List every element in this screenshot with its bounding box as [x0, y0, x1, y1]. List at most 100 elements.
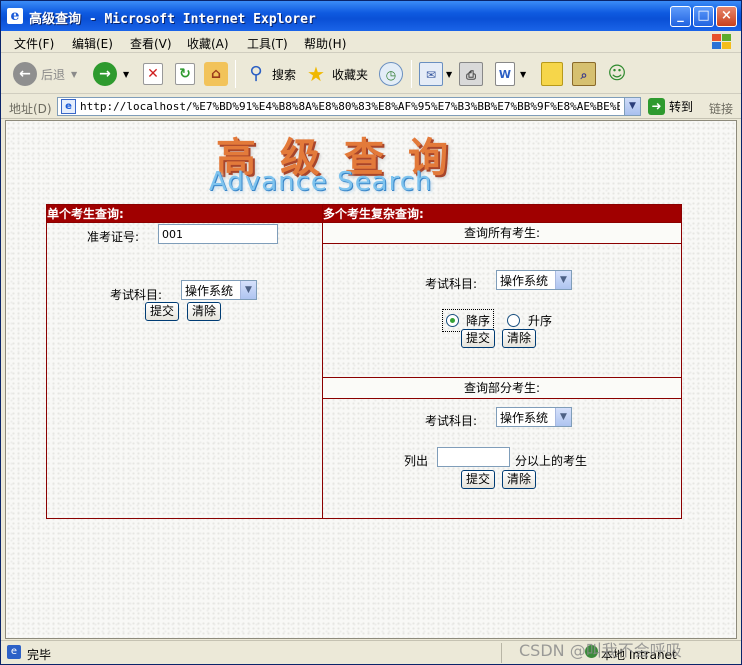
- discuss-button[interactable]: [541, 60, 563, 88]
- window-title: 高级查询 - Microsoft Internet Explorer: [29, 12, 316, 27]
- address-url: http://localhost/%E7%BD%91%E4%B8%8A%E8%8…: [80, 100, 620, 113]
- list-prefix-label: 列出: [404, 454, 429, 468]
- mail-button[interactable]: ✉ ▼: [419, 60, 452, 88]
- menu-favorites[interactable]: 收藏(A): [187, 35, 229, 52]
- menu-tools[interactable]: 工具(T): [247, 35, 288, 52]
- single-subject-value: 操作系统: [185, 283, 234, 298]
- forward-dropdown-icon: ▼: [123, 69, 130, 79]
- partial-subject-value: 操作系统: [500, 410, 549, 425]
- back-arrow-icon: ←: [13, 62, 37, 86]
- standard-toolbar: ← 后退 ▼ → ▼ ✕ ↻ ⌂ ⚲ 搜索 ★ 收藏夹 ◷ ✉ ▼ ⎙ W ▼ …: [1, 54, 741, 94]
- printer-icon: ⎙: [459, 62, 483, 86]
- address-dropdown-icon[interactable]: ▼: [624, 98, 640, 115]
- back-dropdown-icon: ▼: [71, 69, 78, 79]
- minimize-button[interactable]: _: [670, 6, 691, 27]
- status-divider: [501, 643, 502, 663]
- mail-dropdown-icon: ▼: [446, 69, 453, 79]
- history-icon: ◷: [379, 62, 403, 86]
- address-bar: 地址(D) e http://localhost/%E7%BD%91%E4%B8…: [1, 95, 741, 119]
- home-button[interactable]: ⌂: [204, 60, 228, 88]
- chevron-down-icon: ▼: [240, 281, 256, 299]
- menu-help[interactable]: 帮助(H): [304, 35, 346, 52]
- partial-subject-select[interactable]: 操作系统 ▼: [496, 407, 572, 427]
- single-subject-select[interactable]: 操作系统 ▼: [181, 280, 257, 300]
- stop-button[interactable]: ✕: [143, 60, 163, 88]
- messenger-icon: ☺: [607, 63, 627, 84]
- word-icon: W: [495, 62, 515, 86]
- back-button[interactable]: ← 后退 ▼: [13, 60, 77, 88]
- exam-id-label: 准考证号:: [87, 230, 140, 244]
- partial-submit-button[interactable]: 提交: [461, 470, 495, 489]
- single-subject-label: 考试科目:: [110, 288, 163, 302]
- forward-arrow-icon: →: [93, 62, 117, 86]
- menu-edit[interactable]: 编辑(E): [72, 35, 113, 52]
- stop-icon: ✕: [143, 63, 163, 85]
- messenger-button[interactable]: ☺: [605, 60, 629, 88]
- radio-desc[interactable]: [446, 314, 459, 327]
- print-button[interactable]: ⎙: [459, 60, 483, 88]
- address-input[interactable]: e http://localhost/%E7%BD%91%E4%B8%8A%E8…: [57, 97, 641, 116]
- go-button[interactable]: ➜ 转到: [648, 98, 693, 115]
- go-arrow-icon: ➜: [648, 98, 665, 115]
- score-input[interactable]: [437, 447, 510, 467]
- address-label: 地址(D): [9, 102, 52, 116]
- chevron-down-icon: ▼: [555, 408, 571, 426]
- all-clear-button[interactable]: 清除: [502, 329, 536, 348]
- go-label: 转到: [669, 100, 694, 114]
- title-bar[interactable]: e 高级查询 - Microsoft Internet Explorer _ □…: [1, 1, 741, 31]
- menu-view[interactable]: 查看(V): [130, 35, 172, 52]
- all-subject-select[interactable]: 操作系统 ▼: [496, 270, 572, 290]
- asc-label: 升序: [528, 314, 553, 328]
- all-subject-value: 操作系统: [500, 273, 549, 288]
- research-button[interactable]: ⌕: [572, 60, 596, 88]
- sort-asc-option[interactable]: 升序: [507, 312, 552, 329]
- forward-button[interactable]: → ▼: [93, 60, 129, 88]
- single-search-header: 单个考生查询:: [46, 204, 323, 223]
- page-icon: e: [61, 99, 76, 114]
- edit-button[interactable]: W ▼: [495, 60, 526, 88]
- windows-logo-icon: [711, 33, 733, 51]
- history-button[interactable]: ◷: [379, 60, 403, 88]
- ie-logo-icon: e: [7, 8, 23, 24]
- single-search-panel: 准考证号: 考试科目: 操作系统 ▼ 提交 清除: [46, 222, 323, 519]
- exam-id-input[interactable]: [158, 224, 278, 244]
- status-text: 完毕: [27, 648, 52, 662]
- menu-bar: 文件(F) 编辑(E) 查看(V) 收藏(A) 工具(T) 帮助(H): [1, 31, 741, 53]
- ie-window: e 高级查询 - Microsoft Internet Explorer _ □…: [0, 0, 742, 665]
- watermark: CSDN @叫我不会呼吸: [519, 641, 682, 660]
- partial-subject-label: 考试科目:: [425, 414, 478, 428]
- desc-label: 降序: [466, 314, 491, 328]
- radio-asc[interactable]: [507, 314, 520, 327]
- links-button[interactable]: 链接: [709, 100, 733, 117]
- refresh-button[interactable]: ↻: [175, 60, 195, 88]
- note-icon: [541, 62, 563, 86]
- star-icon: ★: [307, 62, 325, 86]
- close-button[interactable]: ×: [716, 6, 737, 27]
- query-partial-panel: 考试科目: 操作系统 ▼ 列出 分以上的考生 提交 清除: [322, 398, 682, 519]
- partial-clear-button[interactable]: 清除: [502, 470, 536, 489]
- favorites-button[interactable]: ★ 收藏夹: [304, 60, 368, 88]
- search-icon: ⚲: [249, 63, 263, 84]
- search-button[interactable]: ⚲ 搜索: [244, 60, 296, 88]
- all-subject-label: 考试科目:: [425, 277, 478, 291]
- query-all-panel: 考试科目: 操作系统 ▼ 降序 升序 提交 清除: [322, 243, 682, 378]
- menu-file[interactable]: 文件(F): [14, 35, 54, 52]
- query-all-title: 查询所有考生:: [322, 222, 682, 244]
- list-suffix-label: 分以上的考生: [515, 454, 588, 468]
- favorites-label: 收藏夹: [332, 67, 369, 82]
- all-submit-button[interactable]: 提交: [461, 329, 495, 348]
- page-status-icon: e: [7, 645, 21, 659]
- refresh-icon: ↻: [175, 63, 195, 85]
- maximize-button[interactable]: □: [693, 6, 714, 27]
- mail-icon: ✉: [419, 62, 443, 86]
- toolbar-separator: [411, 60, 412, 88]
- page-logo: 高级查询 Advance Search: [206, 125, 526, 203]
- edit-dropdown-icon: ▼: [520, 69, 527, 79]
- home-icon: ⌂: [204, 62, 228, 86]
- single-clear-button[interactable]: 清除: [187, 302, 221, 321]
- single-submit-button[interactable]: 提交: [145, 302, 179, 321]
- toolbar-separator: [235, 60, 236, 88]
- search-label: 搜索: [272, 67, 297, 82]
- logo-english-text: Advance Search: [209, 167, 433, 197]
- multi-search-header: 多个考生复杂查询:: [322, 204, 682, 223]
